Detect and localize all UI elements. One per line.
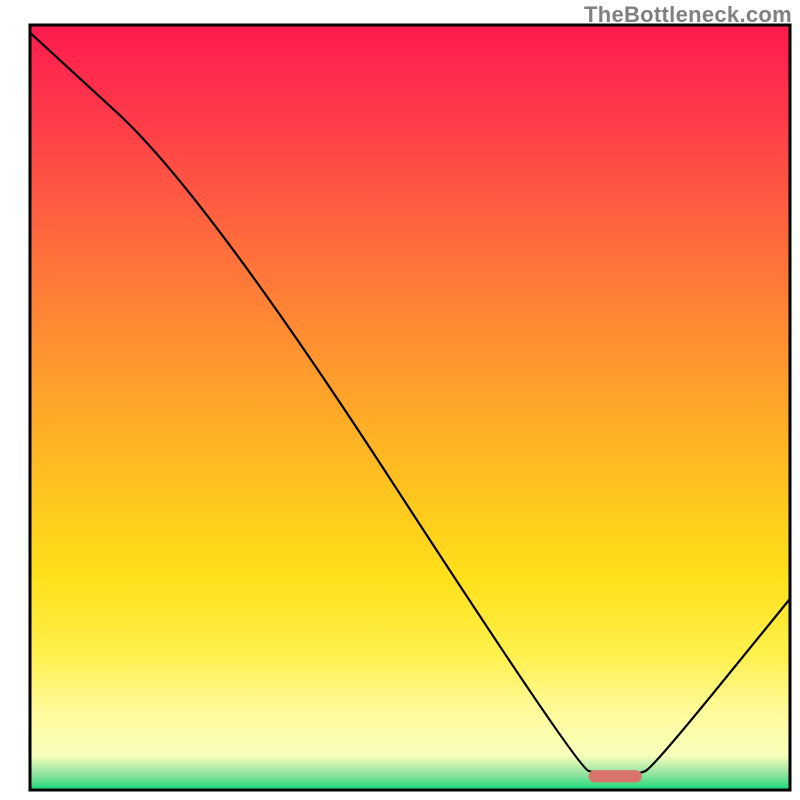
watermark-text: TheBottleneck.com <box>584 2 792 28</box>
bottleneck-chart <box>0 0 800 800</box>
chart-container: TheBottleneck.com <box>0 0 800 800</box>
optimal-marker <box>589 770 642 782</box>
